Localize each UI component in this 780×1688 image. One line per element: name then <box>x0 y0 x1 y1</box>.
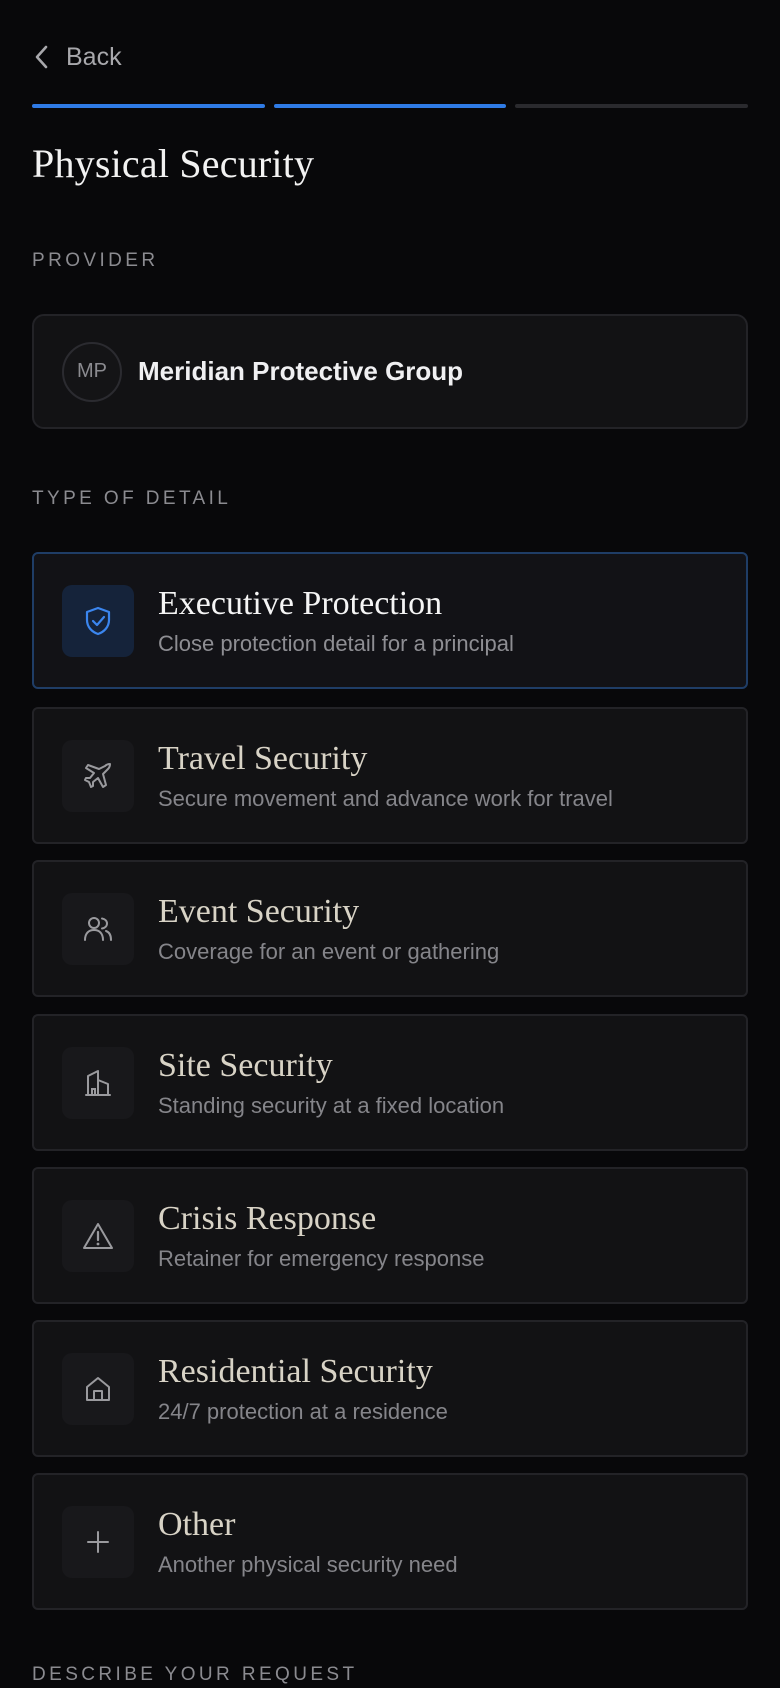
option-name: Other <box>158 1505 236 1543</box>
option-description: Close protection detail for a principal <box>158 630 514 656</box>
home-icon <box>62 1352 134 1425</box>
option-name: Travel Security <box>158 739 368 777</box>
building-icon <box>62 1046 134 1119</box>
users-icon <box>62 892 134 965</box>
provider-name: Meridian Protective Group <box>138 356 464 386</box>
provider-card: MP Meridian Protective Group <box>32 314 748 429</box>
option-site-security[interactable]: Site Security Standing security at a fix… <box>32 1014 748 1151</box>
alert-triangle-icon <box>62 1199 134 1272</box>
option-residential-security[interactable]: Residential Security 24/7 protection at … <box>32 1320 748 1457</box>
option-name: Event Security <box>158 892 360 930</box>
option-other[interactable]: Other Another physical security need <box>32 1473 748 1610</box>
option-travel-security[interactable]: Travel Security Secure movement and adva… <box>32 707 748 844</box>
option-name: Residential Security <box>158 1352 433 1390</box>
option-name: Executive Protection <box>158 584 443 622</box>
chevron-left-icon <box>32 44 52 70</box>
plus-icon <box>62 1505 134 1578</box>
back-button[interactable]: Back <box>32 36 122 78</box>
progress-step-2 <box>273 104 507 108</box>
provider-avatar: MP <box>62 341 122 402</box>
progress-step-1 <box>32 104 265 108</box>
option-name: Site Security <box>158 1046 333 1084</box>
physical-security-screen: Back Physical Security PROVIDER MP Merid… <box>0 0 780 1688</box>
detail-type-section-label: TYPE OF DETAIL <box>32 488 232 509</box>
provider-section-label: PROVIDER <box>32 250 159 271</box>
option-executive-protection[interactable]: Executive Protection Close protection de… <box>32 552 748 689</box>
option-crisis-response[interactable]: Crisis Response Retainer for emergency r… <box>32 1167 748 1304</box>
page-title: Physical Security <box>32 141 315 186</box>
shield-check-icon <box>62 584 134 657</box>
option-event-security[interactable]: Event Security Coverage for an event or … <box>32 860 748 997</box>
option-description: Another physical security need <box>158 1551 458 1577</box>
option-description: Coverage for an event or gathering <box>158 938 500 964</box>
plane-icon <box>62 739 134 812</box>
progress-step-3 <box>515 104 749 108</box>
option-description: Standing security at a fixed location <box>158 1092 505 1118</box>
step-progress <box>32 104 749 108</box>
describe-request-section-label: DESCRIBE YOUR REQUEST <box>32 1664 358 1685</box>
option-description: Retainer for emergency response <box>158 1245 485 1271</box>
option-description: Secure movement and advance work for tra… <box>158 785 613 811</box>
back-label: Back <box>66 42 122 71</box>
option-name: Crisis Response <box>158 1199 377 1237</box>
option-description: 24/7 protection at a residence <box>158 1398 448 1424</box>
